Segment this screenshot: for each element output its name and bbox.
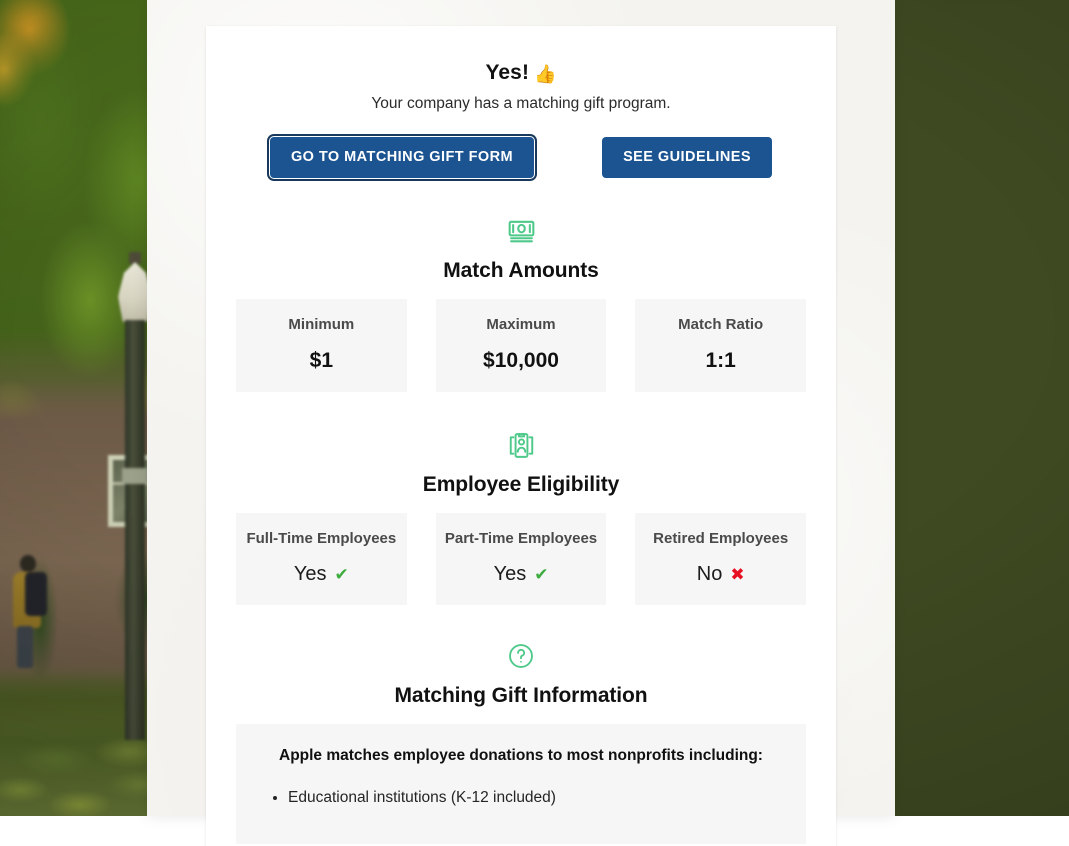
background-lamp-band <box>122 468 148 484</box>
check-mark-icon: ✔ <box>335 565 349 584</box>
matching-gift-result-card: Yes!👍 Your company has a matching gift p… <box>206 26 836 846</box>
result-headline: Yes!👍 <box>236 60 806 86</box>
question-circle-icon <box>236 639 806 673</box>
stat-box-match-ratio: Match Ratio 1:1 <box>635 299 806 392</box>
stat-value-full-time-text: Yes <box>294 563 327 585</box>
cross-mark-icon: ✖ <box>730 565 744 584</box>
stat-value-maximum: $10,000 <box>442 349 601 373</box>
background-lamp-pole <box>125 320 145 740</box>
stat-label-minimum: Minimum <box>242 316 401 334</box>
stat-value-full-time: Yes ✔ <box>242 563 401 586</box>
stat-label-part-time: Part-Time Employees <box>442 530 601 548</box>
info-panel-heading: Apple matches employee donations to most… <box>256 746 786 766</box>
stat-box-full-time: Full-Time Employees Yes ✔ <box>236 513 407 605</box>
stat-value-retired-text: No <box>697 563 723 585</box>
action-buttons: GO TO MATCHING GIFT FORM SEE GUIDELINES <box>236 137 806 179</box>
page-panel: Yes!👍 Your company has a matching gift p… <box>147 0 895 816</box>
stat-box-part-time: Part-Time Employees Yes ✔ <box>436 513 607 605</box>
list-item: Educational institutions (K-12 included) <box>288 786 786 810</box>
stat-value-part-time: Yes ✔ <box>442 563 601 586</box>
employee-eligibility-title: Employee Eligibility <box>236 473 806 497</box>
employee-eligibility-stat-row: Full-Time Employees Yes ✔ Part-Time Emplo… <box>236 513 806 605</box>
matching-gift-information-section: Matching Gift Information Apple matches … <box>236 639 806 844</box>
stat-value-part-time-text: Yes <box>494 563 527 585</box>
go-to-matching-gift-form-button[interactable]: GO TO MATCHING GIFT FORM <box>270 137 534 179</box>
background-student-legs <box>17 626 33 668</box>
match-amounts-title: Match Amounts <box>236 259 806 283</box>
matching-gift-information-title: Matching Gift Information <box>236 684 806 708</box>
stat-label-full-time: Full-Time Employees <box>242 530 401 548</box>
money-stack-icon <box>236 214 806 248</box>
stat-value-retired: No ✖ <box>641 563 800 586</box>
match-amounts-section: Match Amounts Minimum $1 Maximum $10,000… <box>236 214 806 392</box>
see-guidelines-button[interactable]: SEE GUIDELINES <box>602 137 772 179</box>
match-amounts-stat-row: Minimum $1 Maximum $10,000 Match Ratio 1… <box>236 299 806 392</box>
background-student-backpack <box>25 572 47 616</box>
stat-label-match-ratio: Match Ratio <box>641 316 800 334</box>
info-panel-list: Educational institutions (K-12 included) <box>288 786 786 810</box>
employee-id-badge-icon <box>236 428 806 462</box>
stat-value-minimum: $1 <box>242 349 401 373</box>
check-mark-icon: ✔ <box>534 565 548 584</box>
stat-label-maximum: Maximum <box>442 316 601 334</box>
stat-box-minimum: Minimum $1 <box>236 299 407 392</box>
thumbs-up-icon: 👍 <box>534 64 557 84</box>
employee-eligibility-section: Employee Eligibility Full-Time Employees… <box>236 428 806 605</box>
stat-label-retired: Retired Employees <box>641 530 800 548</box>
stat-box-retired: Retired Employees No ✖ <box>635 513 806 605</box>
background-student-head <box>20 555 36 572</box>
result-headline-text: Yes! <box>485 61 529 84</box>
stat-box-maximum: Maximum $10,000 <box>436 299 607 392</box>
result-subheadline: Your company has a matching gift program… <box>236 95 806 113</box>
stat-value-match-ratio: 1:1 <box>641 349 800 373</box>
matching-gift-information-panel: Apple matches employee donations to most… <box>236 724 806 844</box>
